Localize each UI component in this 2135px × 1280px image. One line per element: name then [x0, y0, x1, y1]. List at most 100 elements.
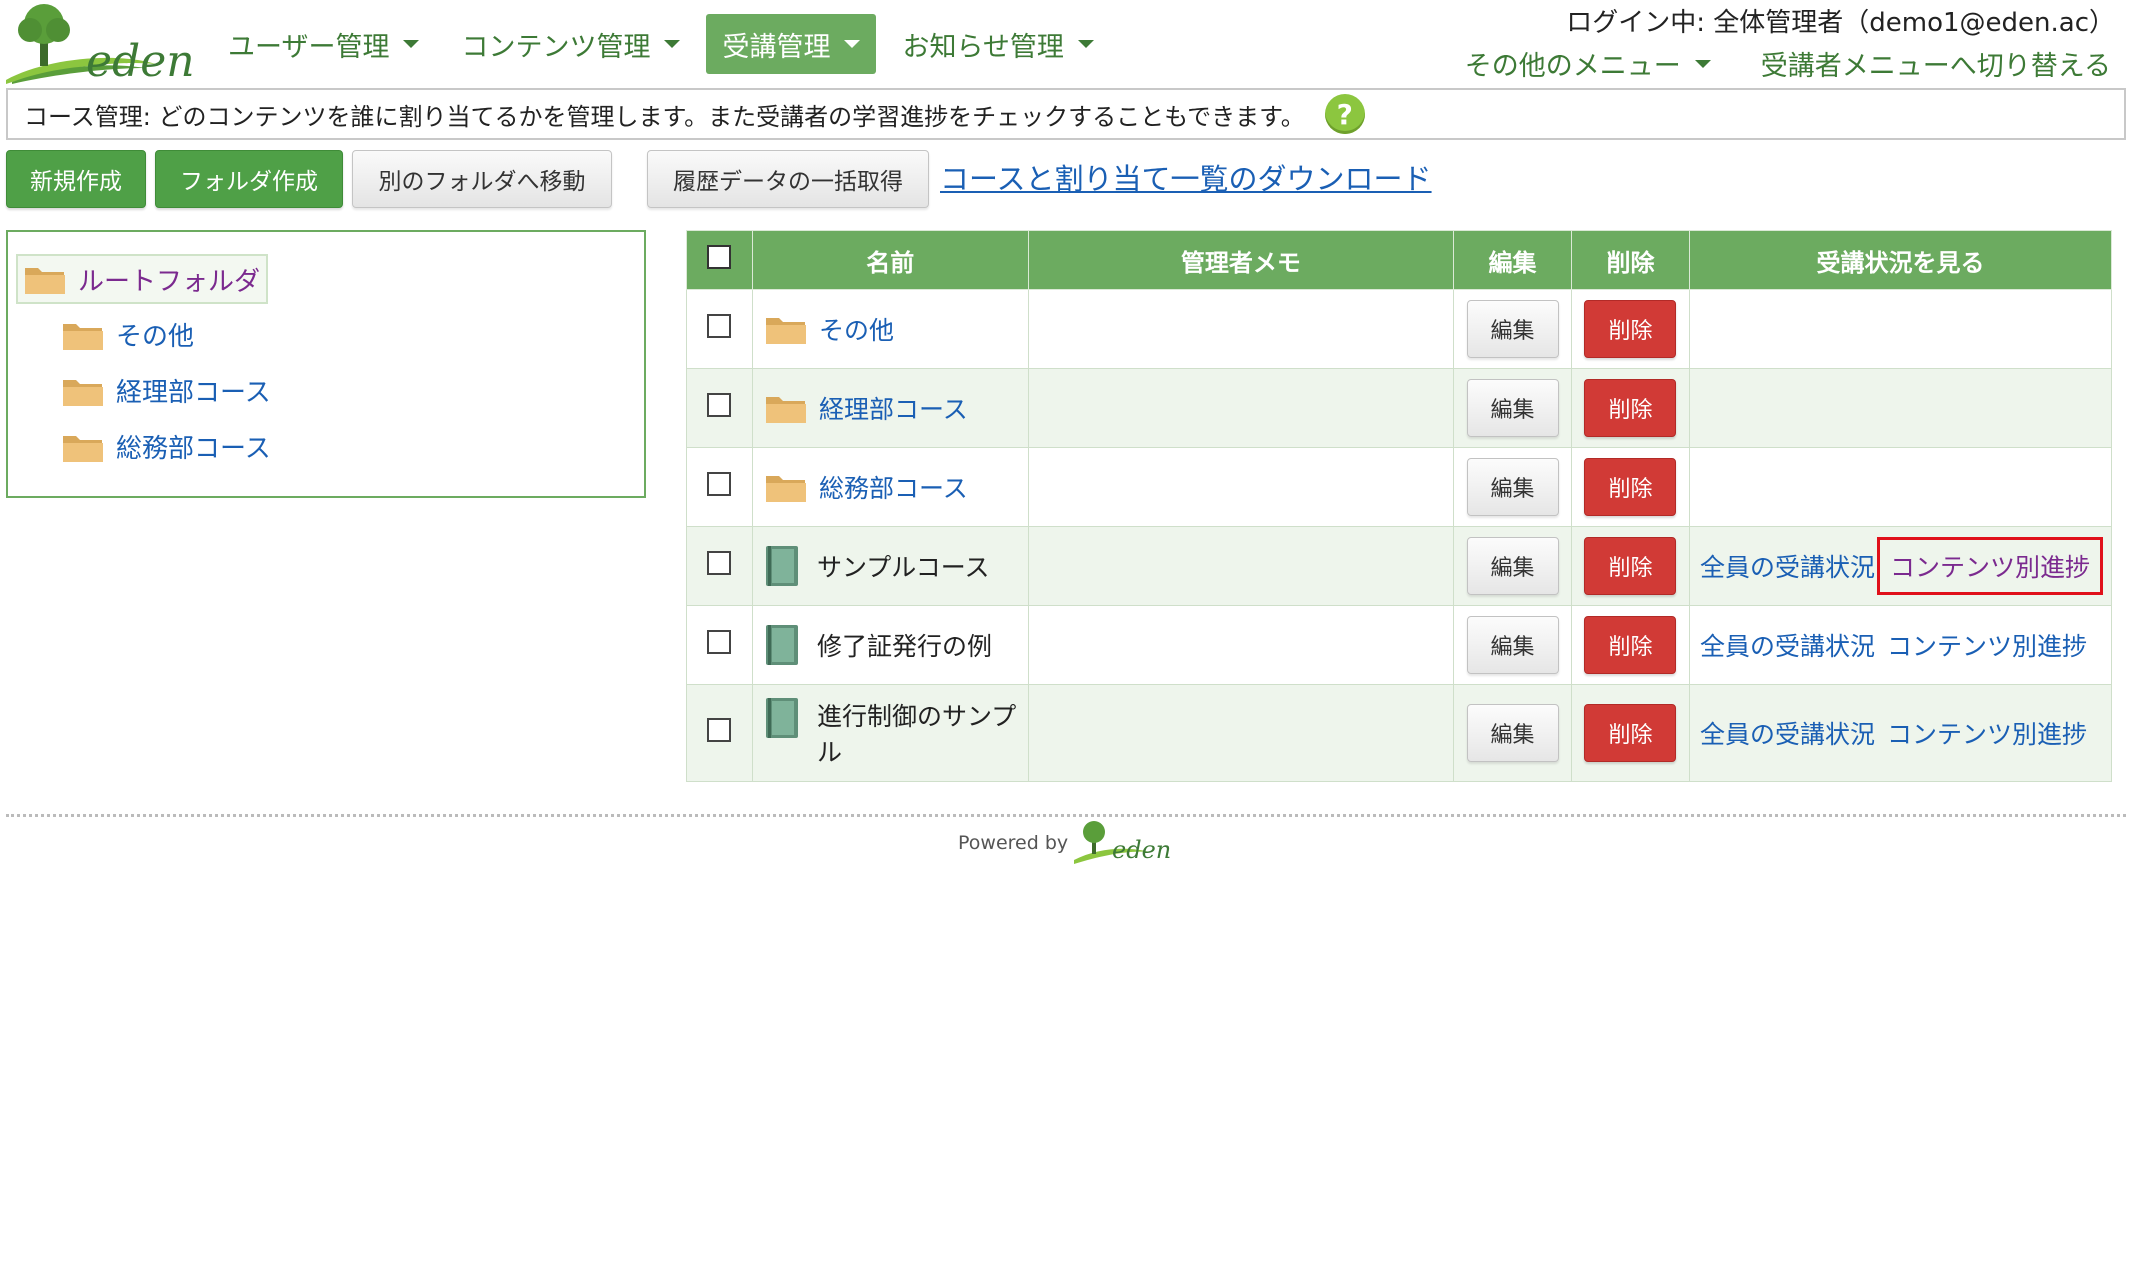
folder-icon: [63, 323, 103, 350]
delete-button[interactable]: 削除: [1584, 537, 1677, 595]
tree-item-link[interactable]: 経理部コース: [116, 372, 271, 409]
row-select-cell: [686, 289, 753, 369]
delete-button[interactable]: 削除: [1584, 616, 1677, 674]
table-row: 総務部コース 編集 削除: [686, 447, 2113, 527]
folder-icon: [25, 268, 65, 294]
switch-to-learner-menu[interactable]: 受講者メニューへ切り替える: [1761, 44, 2111, 83]
nav-label: 受講管理: [722, 31, 831, 63]
other-menu-dropdown[interactable]: その他のメニュー: [1465, 44, 1711, 83]
row-checkbox[interactable]: [707, 314, 732, 338]
row-select-cell: [686, 368, 753, 448]
edit-button[interactable]: 編集: [1466, 616, 1559, 674]
edit-button[interactable]: 編集: [1466, 537, 1559, 595]
create-folder-button[interactable]: フォルダ作成: [155, 150, 343, 208]
course-book-icon: [765, 698, 798, 738]
edit-cell: 編集: [1453, 447, 1573, 527]
nav-label: ユーザー管理: [228, 31, 390, 63]
content-progress-link[interactable]: コンテンツ別進捗: [1887, 720, 2087, 749]
tree-root-link[interactable]: ルートフォルダ: [78, 261, 260, 298]
caret-down-icon: [403, 40, 420, 48]
nav-course-management[interactable]: 受講管理: [706, 14, 877, 74]
download-assignments-link[interactable]: コースと割り当て一覧のダウンロード: [940, 156, 1432, 198]
all-status-link[interactable]: 全員の受講状況: [1700, 632, 1875, 661]
status-cell: 全員の受講状況 コンテンツ別進捗: [1688, 605, 2113, 685]
name-cell: 経理部コース: [751, 368, 1029, 448]
nav-label: お知らせ管理: [902, 31, 1064, 63]
memo-cell: [1027, 289, 1455, 369]
tree-item-link[interactable]: その他: [116, 316, 194, 353]
all-status-link[interactable]: 全員の受講状況: [1700, 553, 1875, 582]
table-row: 修了証発行の例 編集 削除 全員の受講状況 コンテンツ別進捗: [686, 605, 2113, 685]
edit-cell: 編集: [1453, 684, 1573, 782]
name-cell: 修了証発行の例: [751, 605, 1029, 685]
tree-root-folder[interactable]: ルートフォルダ: [16, 254, 269, 304]
nav-content-management[interactable]: コンテンツ管理: [445, 14, 696, 74]
main-nav: ユーザー管理 コンテンツ管理 受講管理 お知らせ管理: [212, 14, 1120, 74]
edit-cell: 編集: [1453, 605, 1573, 685]
header-edit: 編集: [1453, 230, 1573, 290]
toolbar: 新規作成 フォルダ作成 別のフォルダへ移動 履歴データの一括取得 コースと割り当…: [6, 150, 2126, 210]
page-description-bar: コース管理: どのコンテンツを誰に割り当てるかを管理します。また受講者の学習進捗…: [6, 88, 2126, 140]
edit-button[interactable]: 編集: [1466, 300, 1559, 358]
page-description: コース管理: どのコンテンツを誰に割り当てるかを管理します。また受講者の学習進捗…: [24, 102, 1305, 131]
delete-button[interactable]: 削除: [1584, 379, 1677, 437]
folder-link[interactable]: 総務部コース: [819, 469, 968, 505]
delete-cell: 削除: [1571, 447, 1690, 527]
course-table: 名前 管理者メモ 編集 削除 受講状況を見る その他 編集 削除 経理部コース …: [686, 230, 2113, 782]
bulk-history-button[interactable]: 履歴データの一括取得: [647, 150, 929, 208]
status-cell: [1688, 447, 2113, 527]
course-name: 進行制御のサンプル: [816, 702, 1017, 767]
row-select-cell: [686, 684, 753, 782]
tree-item-link[interactable]: 総務部コース: [116, 428, 271, 465]
edit-button[interactable]: 編集: [1466, 379, 1559, 437]
nav-label: コンテンツ管理: [461, 31, 651, 63]
delete-button[interactable]: 削除: [1584, 458, 1677, 516]
logo-text: eden: [86, 36, 192, 84]
table-row: サンプルコース 編集 削除 全員の受講状況 コンテンツ別進捗: [686, 526, 2113, 606]
tree-item-general-affairs[interactable]: 総務部コース: [62, 428, 271, 465]
folder-icon: [63, 379, 103, 406]
course-book-icon: [765, 546, 798, 586]
memo-cell: [1027, 526, 1455, 606]
course-name: 修了証発行の例: [816, 632, 992, 661]
course-book-icon: [765, 625, 798, 665]
nav-notice-management[interactable]: お知らせ管理: [886, 14, 1109, 74]
row-checkbox[interactable]: [707, 472, 732, 496]
status-cell: [1688, 368, 2113, 448]
folder-link[interactable]: その他: [819, 311, 894, 347]
select-all-header: [686, 230, 753, 290]
nav-user-management[interactable]: ユーザー管理: [212, 14, 435, 74]
memo-cell: [1027, 368, 1455, 448]
row-checkbox[interactable]: [707, 551, 732, 575]
edit-cell: 編集: [1453, 368, 1573, 448]
name-cell: 総務部コース: [751, 447, 1029, 527]
move-folder-button[interactable]: 別のフォルダへ移動: [352, 150, 612, 208]
content-progress-link[interactable]: コンテンツ別進捗: [1890, 553, 2090, 582]
help-icon[interactable]: ?: [1324, 94, 1365, 134]
tree-item-accounting[interactable]: 経理部コース: [62, 372, 271, 409]
delete-cell: 削除: [1571, 684, 1690, 782]
eden-logo[interactable]: eden: [6, 2, 195, 87]
delete-cell: 削除: [1571, 605, 1690, 685]
row-checkbox[interactable]: [707, 393, 732, 417]
footer-eden-logo: eden: [1074, 821, 1171, 864]
edit-button[interactable]: 編集: [1466, 458, 1559, 516]
caret-down-icon: [1694, 59, 1711, 68]
powered-by-text: Powered by: [958, 832, 1069, 854]
all-status-link[interactable]: 全員の受講状況: [1700, 720, 1875, 749]
select-all-checkbox[interactable]: [707, 245, 732, 269]
table-header-row: 名前 管理者メモ 編集 削除 受講状況を見る: [686, 230, 2113, 290]
content-progress-link[interactable]: コンテンツ別進捗: [1887, 632, 2087, 661]
memo-cell: [1027, 447, 1455, 527]
row-checkbox[interactable]: [707, 630, 732, 654]
delete-button[interactable]: 削除: [1584, 300, 1677, 358]
delete-button[interactable]: 削除: [1584, 704, 1677, 762]
header-memo: 管理者メモ: [1027, 230, 1455, 290]
tree-item-other[interactable]: その他: [62, 316, 194, 353]
new-button[interactable]: 新規作成: [6, 150, 146, 208]
folder-link[interactable]: 経理部コース: [819, 390, 968, 426]
delete-cell: 削除: [1571, 289, 1690, 369]
row-checkbox[interactable]: [707, 718, 732, 742]
edit-button[interactable]: 編集: [1466, 704, 1559, 762]
edit-cell: 編集: [1453, 289, 1573, 369]
